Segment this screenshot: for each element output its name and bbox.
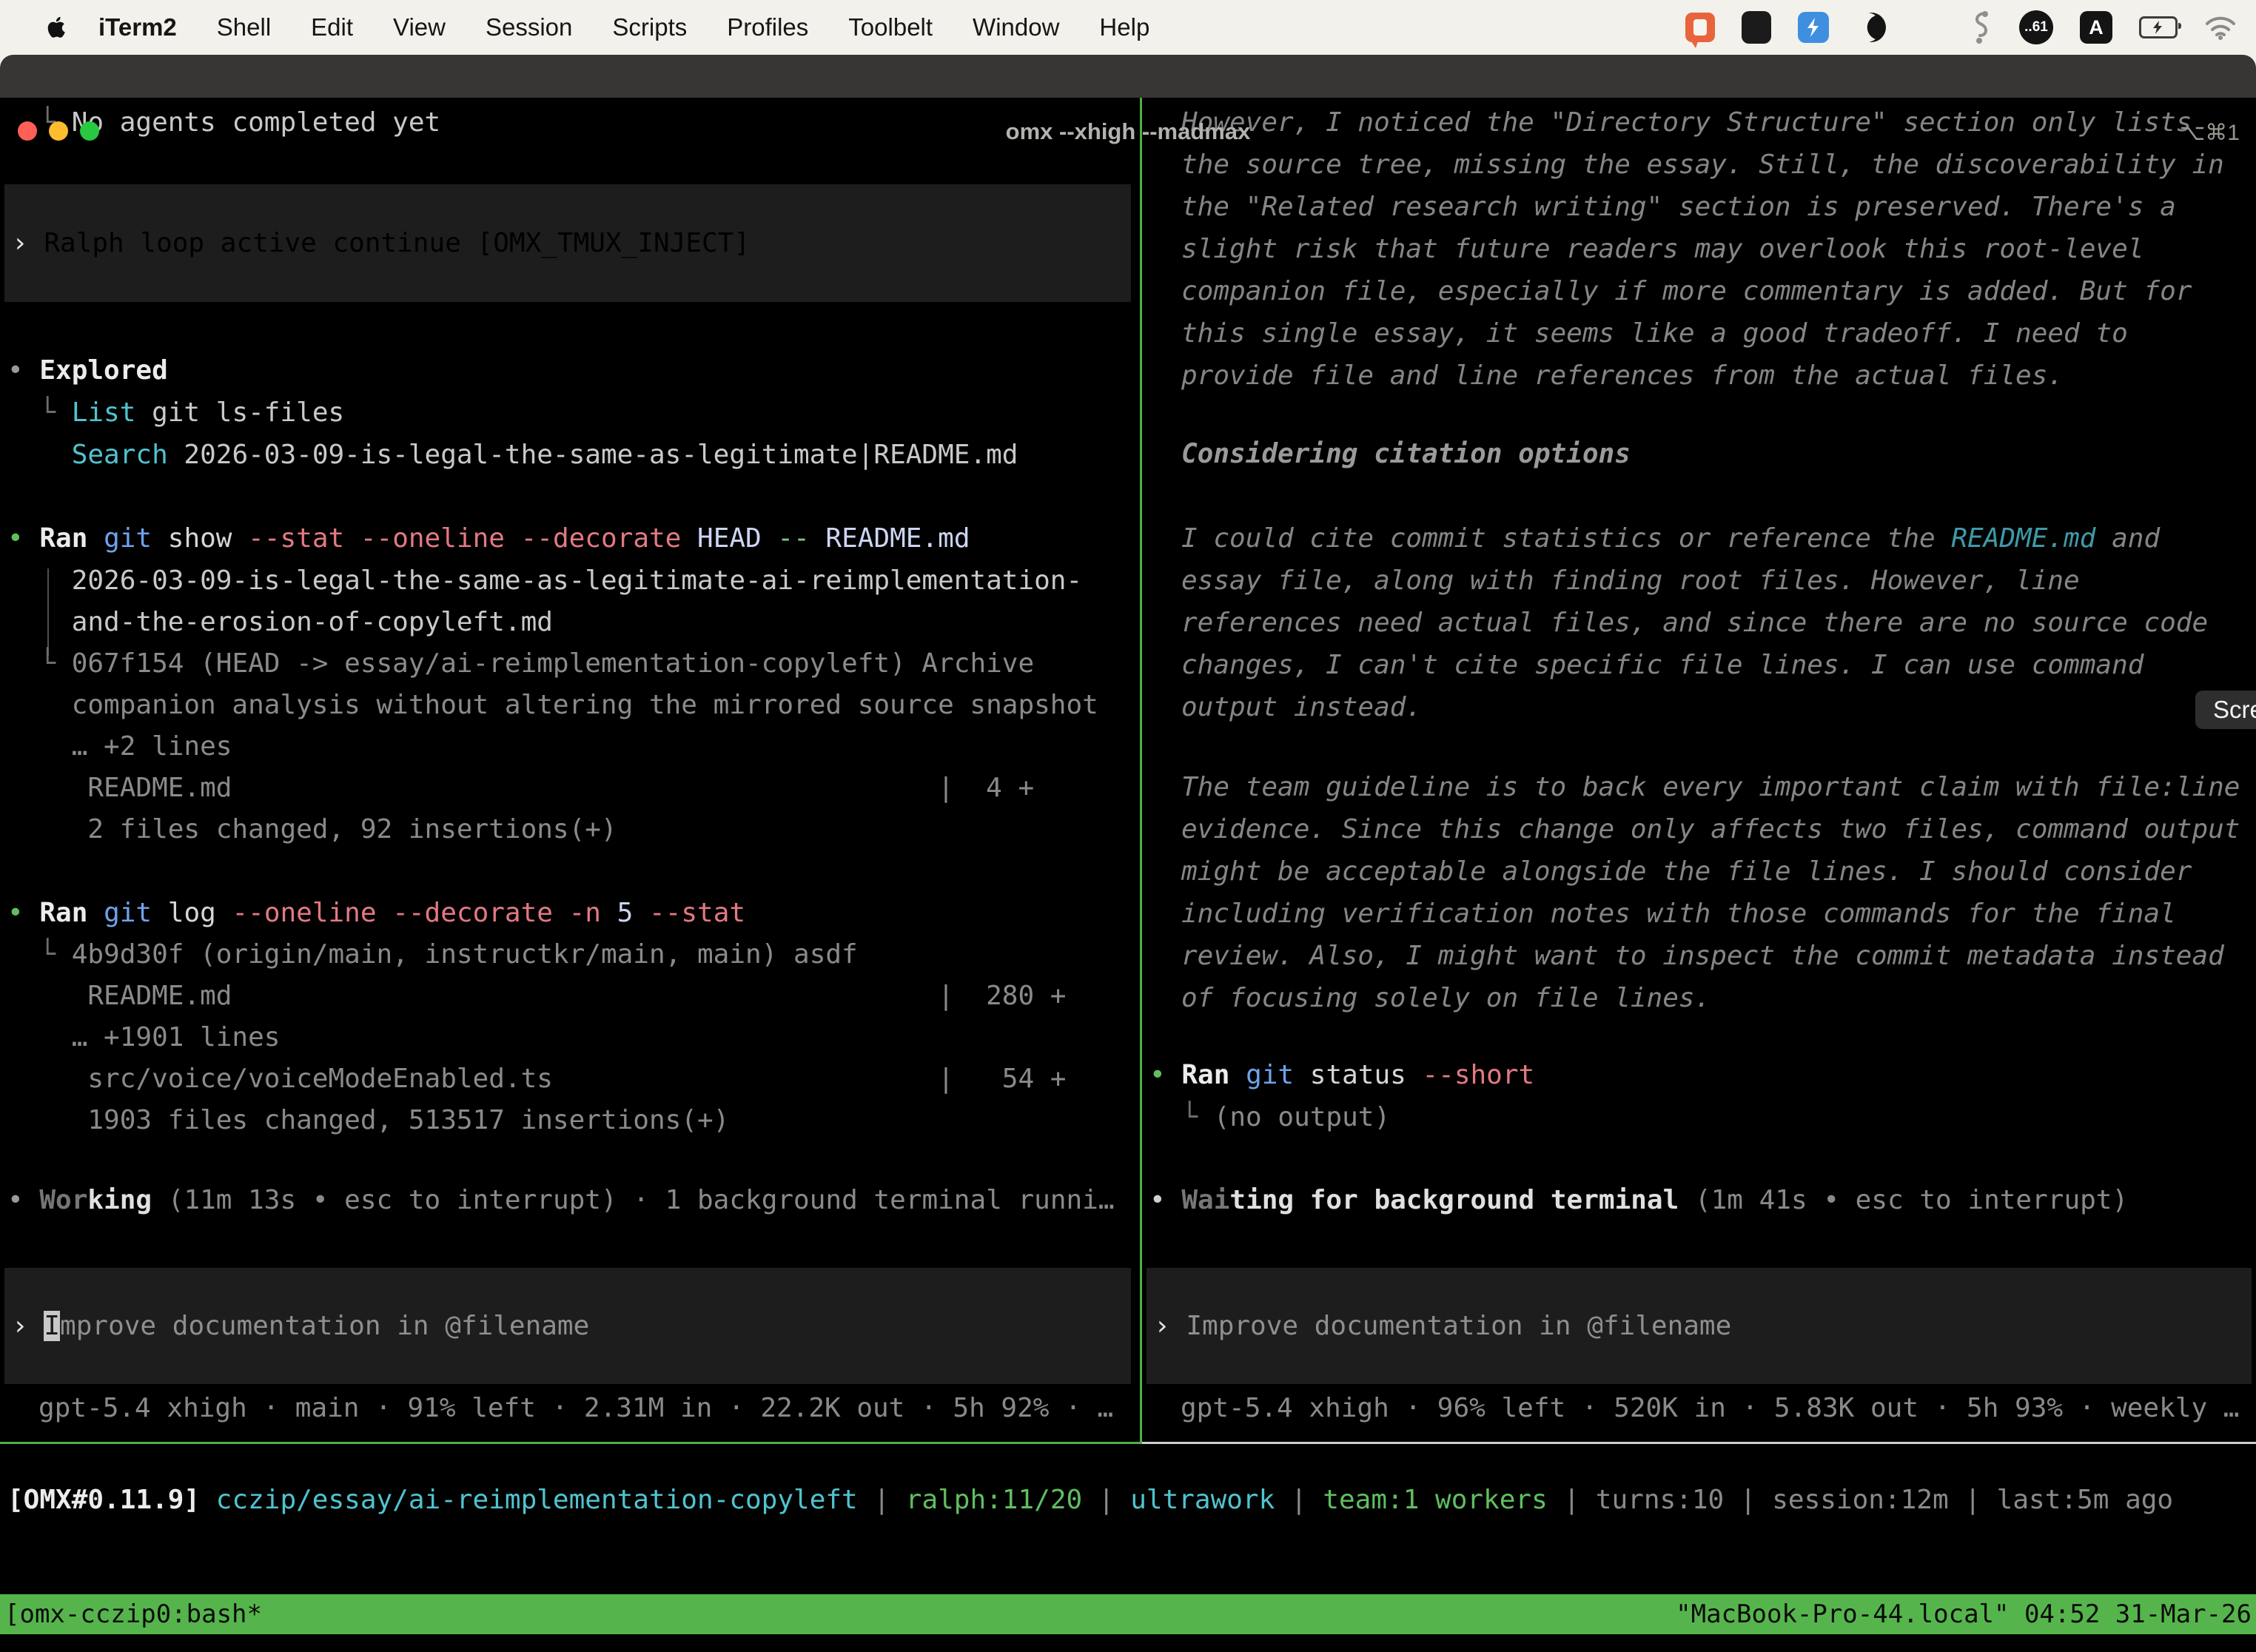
git-log-command-line: • Ran git log --oneline --decorate -n 5 … (7, 892, 745, 934)
menu-item-toolbelt[interactable]: Toolbelt (828, 13, 953, 41)
wifi-icon[interactable] (2204, 15, 2237, 40)
menu-item-iterm2[interactable]: iTerm2 (78, 13, 197, 41)
reasoning-paragraph-3: The team guideline is to back every impo… (1181, 766, 2240, 1019)
menu-status-icons: ..61 A (1685, 0, 2237, 55)
git-show-output1: └ 067f154 (HEAD -> essay/ai-reimplementa… (7, 642, 1034, 685)
left-model-status-line: gpt-5.4 xhigh · main · 91% left · 2.31M … (38, 1387, 1113, 1429)
git-log-stat-file2: src/voice/voiceModeEnabled.ts | 54 + (7, 1058, 1066, 1100)
prompt-chevron-icon: › (4, 228, 44, 258)
omx-turns: turns:10 (1596, 1485, 1724, 1515)
window-title-bar[interactable]: omx --xhigh --madmax ⌥⌘1 (0, 55, 2256, 98)
inactive-pane-border (1142, 1442, 2256, 1444)
omx-ralph-counter: ralph:11/20 (906, 1485, 1082, 1515)
text-cursor: I (44, 1311, 60, 1341)
menu-item-edit[interactable]: Edit (291, 13, 373, 41)
readme-file-reference: README.md (1951, 523, 2095, 554)
left-prompt-input-box[interactable]: › Improve documentation in @filename (4, 1268, 1131, 1384)
queued-prompt-text: Improve documentation in @filename (1186, 1311, 1731, 1341)
contrast-app-icon[interactable] (1856, 12, 1887, 43)
menu-item-view[interactable]: View (373, 13, 466, 41)
omx-branch-path: cczip/essay/ai-reimplementation-copyleft (200, 1485, 858, 1515)
explored-header: • Explored (7, 349, 168, 392)
omx-version: [OMX#0.11.9] (7, 1485, 200, 1515)
explored-search-line: Search 2026-03-09-is-legal-the-same-as-l… (7, 434, 1018, 476)
hook-icon[interactable] (1967, 10, 1993, 44)
reasoning-paragraph-1: However, I noticed the "Directory Struct… (1181, 101, 2224, 397)
omx-last: last:5m ago (1997, 1485, 2173, 1515)
git-log-more-lines: … +1901 lines (7, 1016, 280, 1058)
git-log-stat-file1: README.md | 280 + (7, 975, 1066, 1017)
git-log-output1: └ 4b9d30f (origin/main, instructkr/main,… (7, 933, 858, 976)
menu-item-session[interactable]: Session (466, 13, 592, 41)
git-show-more-lines: … +2 lines (7, 725, 232, 768)
git-show-command-line: • Ran git show --stat --oneline --decora… (7, 517, 970, 560)
menu-bar: iTerm2 Shell Edit View Session Scripts P… (0, 0, 2256, 55)
inject-input-box[interactable]: › Ralph loop active continue [OMX_TMUX_I… (4, 184, 1131, 302)
menu-item-window[interactable]: Window (953, 13, 1079, 41)
working-status-line: • Working (11m 13s • esc to interrupt) ·… (7, 1179, 1115, 1221)
omx-team: team:1 workers (1323, 1485, 1547, 1515)
active-pane-border (0, 1442, 1142, 1444)
omx-session: session:12m (1772, 1485, 1948, 1515)
tmux-session-name: [omx-cczip0:bash* (0, 1599, 262, 1629)
git-show-wrap1: 2026-03-09-is-legal-the-same-as-legitima… (7, 560, 1082, 602)
bolt-app-icon[interactable] (1798, 12, 1829, 43)
git-status-command-line: • Ran git status --short (1149, 1054, 1534, 1096)
chat-app-icon[interactable] (1685, 13, 1715, 42)
apple-icon[interactable] (41, 13, 71, 42)
explored-list-line: └ List git ls-files (7, 392, 344, 434)
menu-item-shell[interactable]: Shell (197, 13, 291, 41)
git-show-wrap2: and-the-erosion-of-copyleft.md (7, 601, 553, 643)
git-show-stat-summary: 2 files changed, 92 insertions(+) (7, 808, 617, 850)
prompt-chevron-icon: › (4, 1311, 44, 1341)
right-model-status-line: gpt-5.4 xhigh · 96% left · 520K in · 5.8… (1181, 1387, 2239, 1429)
window-shortcut: ⌥⌘1 (2180, 120, 2240, 146)
menu-item-help[interactable]: Help (1079, 13, 1169, 41)
omx-status-line: [OMX#0.11.9] cczip/essay/ai-reimplementa… (7, 1479, 2173, 1521)
reasoning-paragraph-2: I could cite commit statistics or refere… (1181, 517, 2208, 728)
tmux-status-bar: [omx-cczip0:bash* "MacBook-Pro-44.local"… (0, 1594, 2256, 1634)
prompt-chevron-icon: › (1147, 1311, 1186, 1341)
menu-item-scripts[interactable]: Scripts (592, 13, 707, 41)
queued-prompt-text: mprove documentation in @filename (60, 1311, 589, 1341)
screen-overlay-tooltip: Scre (2195, 691, 2256, 729)
git-status-output: └ (no output) (1149, 1096, 1390, 1138)
git-show-output2: companion analysis without altering the … (7, 684, 1098, 726)
reasoning-heading: Considering citation options (1181, 433, 1631, 475)
battery-icon[interactable] (2139, 16, 2178, 38)
menu-item-profiles[interactable]: Profiles (707, 13, 828, 41)
inject-text: Ralph loop active continue [OMX_TMUX_INJ… (44, 228, 750, 258)
tmux-host-clock: "MacBook-Pro-44.local" 04:52 31-Mar-26 (1676, 1599, 2252, 1629)
git-log-stat-summary: 1903 files changed, 513517 insertions(+) (7, 1099, 729, 1141)
input-source-icon[interactable]: A (2080, 11, 2112, 44)
pane-divider[interactable] (1140, 98, 1142, 1444)
omx-mode: ultrawork (1130, 1485, 1275, 1515)
right-prompt-input-box[interactable]: › Improve documentation in @filename (1147, 1268, 2252, 1384)
git-show-stat-file: README.md | 4 + (7, 767, 1034, 809)
clock-badge-icon[interactable]: ..61 (2019, 10, 2053, 44)
window-title: omx --xhigh --madmax (0, 118, 2256, 145)
keyboard-app-icon[interactable] (1742, 11, 1771, 44)
dots-grid-icon[interactable] (1913, 14, 1941, 41)
waiting-status-line: • Waiting for background terminal (1m 41… (1149, 1179, 2128, 1221)
